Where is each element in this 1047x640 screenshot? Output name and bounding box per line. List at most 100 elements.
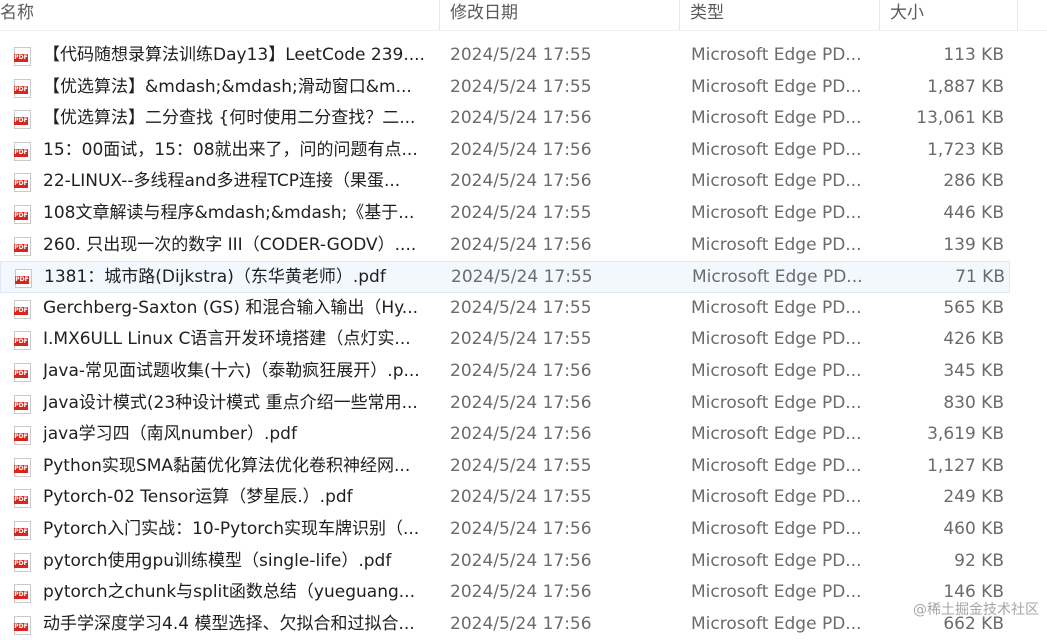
pdf-icon-label: PDF — [14, 85, 28, 94]
file-row[interactable]: PDF java学习四（南风number）.pdf 2024/5/24 17:56 M… — [0, 419, 1010, 451]
file-size: 71 KB — [955, 267, 1005, 288]
file-name: 22-LINUX--多线程and多进程TCP连接（果蛋... — [43, 171, 401, 192]
column-header-type[interactable]: 类型 — [680, 0, 880, 30]
file-type: Microsoft Edge PD... — [691, 171, 862, 192]
file-row[interactable]: PDF 22-LINUX--多线程and多进程TCP连接（果蛋... 2024/5/… — [0, 166, 1010, 198]
file-type: Microsoft Edge PD... — [691, 550, 862, 571]
file-row[interactable]: PDF Java-常见面试题收集(十六)（泰勒疯狂展开）.p... 2024/5/2… — [0, 356, 1010, 388]
pdf-icon-label: PDF — [14, 433, 28, 442]
file-date: 2024/5/24 17:55 — [450, 329, 592, 350]
file-icon-cell: PDF — [14, 293, 36, 325]
file-row[interactable]: PDF Gerchberg-Saxton (GS) 和混合输入输出（Hy... 20… — [0, 293, 1010, 325]
pdf-icon: PDF — [14, 426, 31, 446]
file-size: 92 KB — [954, 550, 1004, 571]
column-header-size[interactable]: 大小 — [880, 0, 1018, 30]
file-size: 565 KB — [943, 297, 1004, 318]
file-date: 2024/5/24 17:55 — [450, 297, 592, 318]
file-size: 460 KB — [943, 518, 1004, 539]
file-date: 2024/5/24 17:56 — [450, 550, 592, 571]
file-row[interactable]: PDF 260. 只出现一次的数字 III（CODER-GODV）.... 2024… — [0, 230, 1010, 262]
file-date: 2024/5/24 17:55 — [450, 455, 592, 476]
pdf-icon: PDF — [14, 110, 31, 130]
file-type: Microsoft Edge PD... — [691, 45, 862, 65]
file-name: Pytorch入门实战：10-Pytorch实现车牌识别（... — [43, 518, 420, 539]
file-row[interactable]: PDF 1381：城市路(Dijkstra)（东华黄老师）.pdf 2024/5/2… — [0, 261, 1010, 293]
file-name: pytorch之chunk与split函数总结（yueguang... — [43, 582, 415, 603]
file-icon-cell: PDF — [14, 482, 36, 514]
pdf-icon: PDF — [15, 269, 32, 289]
column-header-name[interactable]: 名称 — [0, 0, 440, 30]
file-date: 2024/5/24 17:55 — [450, 45, 592, 65]
column-header-date[interactable]: 修改日期 — [440, 0, 680, 30]
column-header: 名称 修改日期 类型 大小 — [0, 0, 1047, 31]
file-name: 动手学深度学习4.4 模型选择、欠拟合和过拟合... — [43, 613, 415, 634]
pdf-icon-label: PDF — [14, 117, 28, 126]
pdf-icon-label: PDF — [15, 276, 29, 285]
file-icon-cell: PDF — [14, 324, 36, 356]
pdf-icon-label: PDF — [14, 306, 28, 315]
file-row[interactable]: PDF 【优选算法】&mdash;&mdash;滑动窗口&m... 2024/5/2… — [0, 72, 1010, 104]
file-icon-cell: PDF — [14, 198, 36, 230]
file-type: Microsoft Edge PD... — [691, 360, 862, 381]
file-type: Microsoft Edge PD... — [691, 108, 862, 129]
file-size: 1,723 KB — [927, 139, 1004, 160]
file-size: 345 KB — [943, 360, 1004, 381]
file-size: 1,887 KB — [927, 76, 1004, 97]
file-date: 2024/5/24 17:55 — [450, 487, 592, 508]
pdf-icon-label: PDF — [14, 338, 28, 347]
file-name: 【代码随想录算法训练Day13】LeetCode 239.... — [43, 45, 425, 65]
file-row[interactable]: PDF 【优选算法】二分查找 {何时使用二分查找？二... 2024/5/24 17… — [0, 103, 1010, 135]
pdf-icon: PDF — [14, 457, 31, 477]
file-type: Microsoft Edge PD... — [691, 455, 862, 476]
file-row[interactable]: PDF 15：00面试，15：08就出来了，问的问题有点... 2024/5/24 … — [0, 135, 1010, 167]
file-date: 2024/5/24 17:56 — [450, 139, 592, 160]
file-row[interactable]: PDF Java设计模式(23种设计模式 重点介绍一些常用... 2024/5/24… — [0, 388, 1010, 420]
file-row[interactable]: PDF I.MX6ULL Linux C语言开发环境搭建（点灯实... 2024/5… — [0, 324, 1010, 356]
file-type: Microsoft Edge PD... — [691, 329, 862, 350]
pdf-icon: PDF — [14, 394, 31, 414]
file-row[interactable]: PDF Pytorch-02 Tensor运算（梦星辰.）.pdf 2024/5/2… — [0, 482, 1010, 514]
pdf-icon-label: PDF — [14, 527, 28, 536]
file-type: Microsoft Edge PD... — [691, 202, 862, 223]
pdf-icon-label: PDF — [14, 591, 28, 600]
file-row[interactable]: PDF 108文章解读与程序&mdash;&mdash;《基于... 2024/5/… — [0, 198, 1010, 230]
file-date: 2024/5/24 17:56 — [450, 424, 592, 445]
file-icon-cell: PDF — [14, 388, 36, 420]
pdf-icon-label: PDF — [14, 211, 28, 220]
file-row[interactable]: PDF Pytorch入门实战：10-Pytorch实现车牌识别（... 2024/… — [0, 514, 1010, 546]
file-icon-cell: PDF — [15, 262, 37, 294]
file-row[interactable]: PDF 动手学深度学习4.4 模型选择、欠拟合和过拟合... 2024/5/24 1… — [0, 609, 1010, 640]
pdf-icon-label: PDF — [14, 369, 28, 378]
pdf-icon: PDF — [14, 362, 31, 382]
pdf-icon-label: PDF — [14, 496, 28, 505]
watermark: @稀土掘金技术社区 — [913, 602, 1039, 618]
file-size: 113 KB — [943, 45, 1004, 65]
file-date: 2024/5/24 17:55 — [450, 202, 592, 223]
file-row[interactable]: PDF pytorch之chunk与split函数总结（yueguang... 20… — [0, 577, 1010, 609]
file-name: 15：00面试，15：08就出来了，问的问题有点... — [43, 139, 418, 160]
file-type: Microsoft Edge PD... — [691, 424, 862, 445]
file-date: 2024/5/24 17:56 — [450, 171, 592, 192]
file-row[interactable]: PDF 【代码随想录算法训练Day13】LeetCode 239.... 2024/… — [0, 40, 1010, 72]
file-row[interactable]: PDF Python实现SMA黏菌优化算法优化卷积神经网... 2024/5/24 … — [0, 451, 1010, 483]
pdf-icon: PDF — [14, 141, 31, 161]
pdf-icon: PDF — [14, 584, 31, 604]
file-name: Gerchberg-Saxton (GS) 和混合输入输出（Hy... — [43, 297, 419, 318]
pdf-icon: PDF — [14, 78, 31, 98]
file-date: 2024/5/24 17:56 — [450, 108, 592, 129]
file-type: Microsoft Edge PD... — [691, 487, 862, 508]
file-row[interactable]: PDF pytorch使用gpu训练模型（single-life）.pdf 2024… — [0, 546, 1010, 578]
file-name: Java-常见面试题收集(十六)（泰勒疯狂展开）.p... — [43, 360, 420, 381]
pdf-icon-label: PDF — [14, 622, 28, 631]
file-type: Microsoft Edge PD... — [691, 392, 862, 413]
file-name: 1381：城市路(Dijkstra)（东华黄老师）.pdf — [44, 267, 386, 288]
pdf-icon-label: PDF — [14, 180, 28, 189]
pdf-icon: PDF — [14, 204, 31, 224]
file-icon-cell: PDF — [14, 166, 36, 198]
file-size: 286 KB — [943, 171, 1004, 192]
file-name: Python实现SMA黏菌优化算法优化卷积神经网... — [43, 455, 411, 476]
file-name: 【优选算法】二分查找 {何时使用二分查找？二... — [43, 108, 416, 129]
file-icon-cell: PDF — [14, 103, 36, 135]
file-name: java学习四（南风number）.pdf — [43, 424, 297, 445]
file-size: 1,127 KB — [927, 455, 1004, 476]
